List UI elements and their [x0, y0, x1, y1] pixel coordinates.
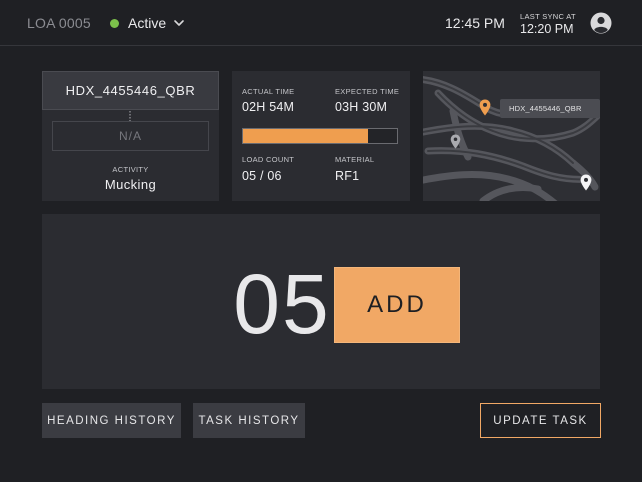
expected-time-value: 03H 30M: [335, 100, 388, 114]
location-map[interactable]: HDX_4455446_QBR: [423, 71, 600, 201]
activity-label: ACTIVITY: [112, 165, 149, 174]
status-dot-icon: [110, 18, 119, 28]
expected-time-label: EXPECTED TIME: [335, 87, 400, 96]
status-dropdown[interactable]: Active: [110, 13, 185, 33]
user-avatar-icon[interactable]: [590, 12, 612, 34]
update-task-button[interactable]: UPDATE TASK: [480, 403, 601, 438]
time-progress-fill: [243, 129, 368, 143]
heading-history-button[interactable]: HEADING HISTORY: [42, 403, 181, 438]
equipment-id-button[interactable]: HDX_4455446_QBR: [42, 71, 219, 110]
last-sync-label: LAST SYNC AT: [520, 12, 576, 21]
task-history-button[interactable]: TASK HISTORY: [193, 403, 305, 438]
location-pin-icon[interactable]: [450, 134, 461, 149]
material-label: MATERIAL: [335, 155, 375, 164]
material-value: RF1: [335, 169, 360, 183]
map-marker-label: HDX_4455446_QBR: [500, 99, 600, 118]
current-location-pin-icon[interactable]: [580, 174, 592, 191]
secondary-equipment-field[interactable]: N/A: [52, 121, 209, 151]
load-counter-panel: 05 ADD: [42, 214, 600, 389]
actual-time-label: ACTUAL TIME: [242, 87, 295, 96]
last-sync-time: 12:20 PM: [520, 22, 574, 36]
times-card: ACTUAL TIME 02H 54M EXPECTED TIME 03H 30…: [232, 71, 410, 201]
activity-value: Mucking: [104, 177, 157, 192]
time-progress-bar: [242, 128, 398, 144]
actual-time-value: 02H 54M: [242, 100, 295, 114]
loa-id: LOA 0005: [27, 15, 91, 31]
load-count-value: 05 / 06: [242, 169, 282, 183]
equipment-location-pin-icon[interactable]: [479, 99, 491, 116]
status-label: Active: [128, 15, 167, 31]
add-load-button[interactable]: ADD: [334, 267, 460, 343]
load-count-label: LOAD COUNT: [242, 155, 295, 164]
top-bar: LOA 0005 Active 12:45 PM LAST SYNC AT 12…: [0, 0, 642, 46]
connector-dots: [129, 111, 131, 121]
chevron-down-icon: [174, 20, 184, 26]
current-time: 12:45 PM: [445, 15, 505, 31]
equipment-card: HDX_4455446_QBR N/A ACTIVITY Mucking: [42, 71, 219, 201]
